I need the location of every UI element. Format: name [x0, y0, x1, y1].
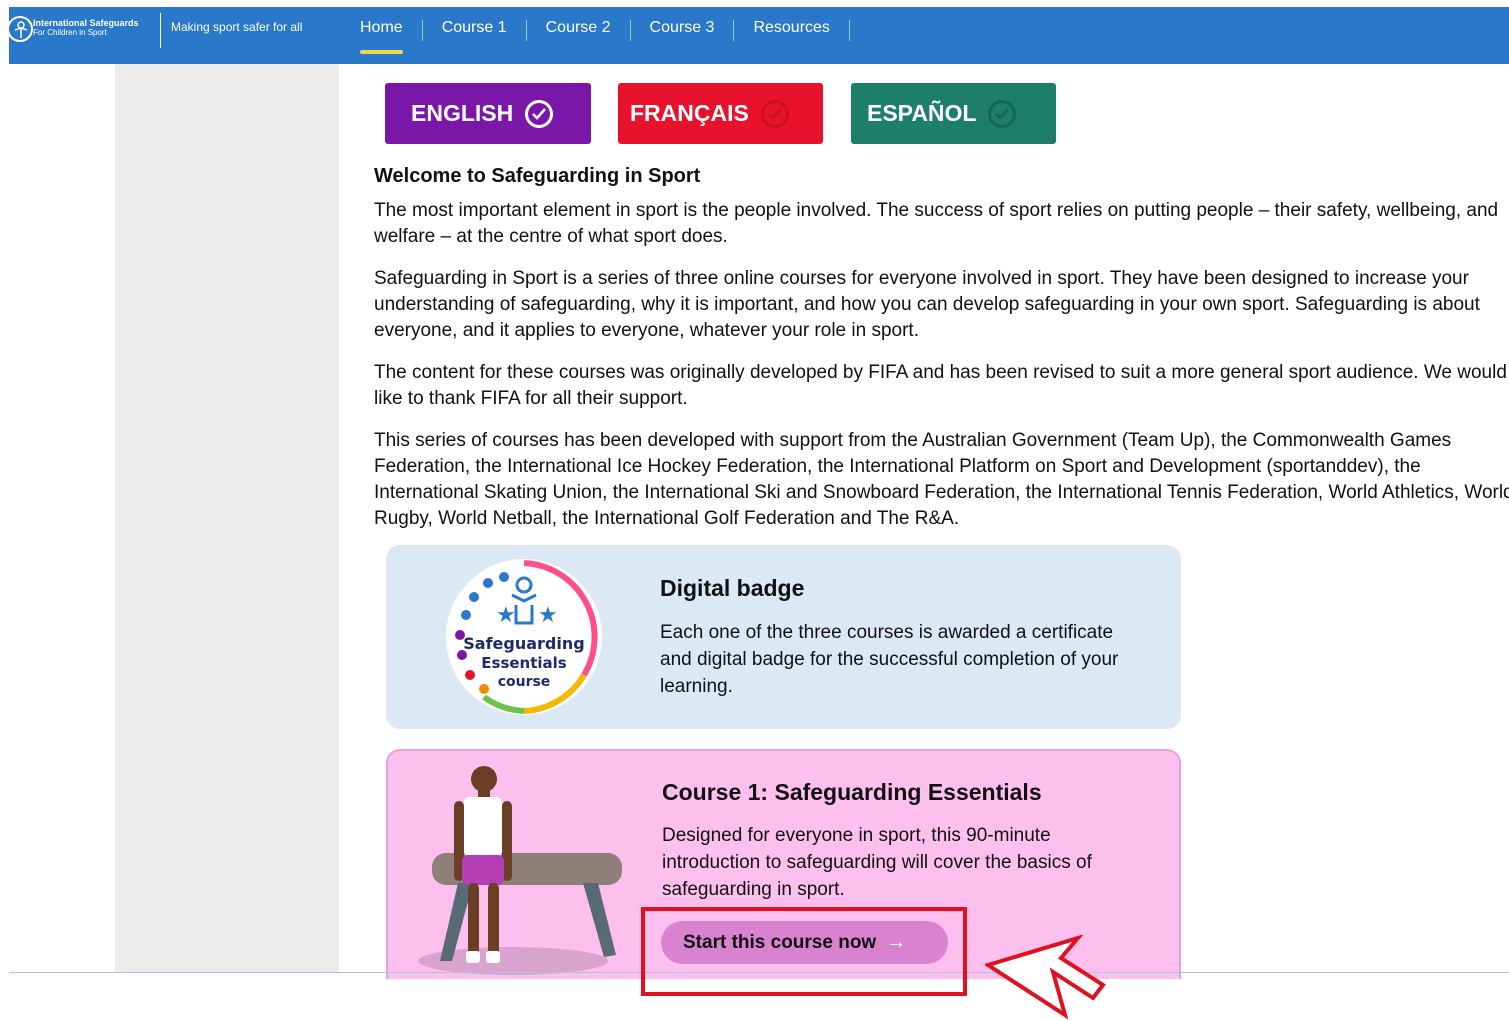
nav-separator — [848, 19, 850, 41]
svg-text:★: ★ — [538, 603, 558, 628]
logo-subtitle: For Children in Sport — [33, 28, 107, 37]
check-circle-icon — [760, 99, 789, 128]
language-french-button[interactable]: FRANÇAIS — [618, 83, 823, 144]
nav-separator — [525, 19, 527, 41]
digital-badge-card: ★ ★ Safeguarding Essentials course Digit… — [386, 545, 1181, 729]
language-label: FRANÇAIS — [630, 100, 749, 126]
language-label: ESPAÑOL — [867, 100, 977, 126]
intro-paragraph: This series of courses has been develope… — [374, 430, 1509, 529]
top-nav-bar: International Safeguards For Children in… — [7, 7, 1509, 64]
logo-icon[interactable] — [7, 16, 33, 42]
intro-content: Welcome to Safeguarding in Sport The mos… — [374, 165, 1509, 548]
check-circle-icon — [525, 99, 554, 128]
safeguarding-badge-image: ★ ★ Safeguarding Essentials course — [446, 559, 602, 715]
svg-text:★: ★ — [496, 603, 516, 628]
nav-separator — [629, 19, 631, 41]
nav-separator — [733, 19, 735, 41]
gymnast-illustration — [418, 766, 622, 975]
language-english-button[interactable]: ENGLISH — [385, 83, 591, 144]
main-nav: Home Course 1 Course 2 Course 3 Resource… — [360, 17, 850, 54]
intro-paragraph: Safeguarding in Sport is a series of thr… — [374, 268, 1480, 341]
cursor-arrow-icon — [985, 935, 1106, 1020]
nav-resources[interactable]: Resources — [743, 17, 839, 43]
header-divider — [160, 13, 161, 48]
badge-card-description: Each one of the three courses is awarded… — [660, 622, 1119, 697]
language-label: ENGLISH — [411, 100, 514, 126]
logo-text[interactable]: International Safeguards For Children in… — [33, 18, 139, 38]
badge-card-title: Digital badge — [660, 575, 805, 601]
highlight-annotation-box — [641, 907, 967, 996]
check-circle-icon — [988, 99, 1017, 128]
intro-paragraph: The content for these courses was origin… — [374, 362, 1507, 409]
badge-text: course — [498, 674, 551, 690]
nav-separator — [421, 19, 423, 41]
intro-paragraph: The most important element in sport is t… — [374, 200, 1499, 247]
nav-course-3[interactable]: Course 3 — [640, 17, 725, 43]
nav-home[interactable]: Home — [360, 17, 413, 54]
logo-title: International Safeguards — [33, 18, 139, 28]
nav-course-2[interactable]: Course 2 — [536, 17, 621, 43]
language-spanish-button[interactable]: ESPAÑOL — [851, 83, 1056, 144]
course-card-title: Course 1: Safeguarding Essentials — [662, 779, 1042, 805]
badge-text: Safeguarding — [463, 634, 584, 653]
badge-text: Essentials — [481, 654, 567, 672]
page-title: Welcome to Safeguarding in Sport — [374, 165, 701, 187]
course-card-description: Designed for everyone in sport, this 90-… — [662, 825, 1092, 900]
tagline: Making sport safer for all — [171, 20, 303, 34]
nav-course-1[interactable]: Course 1 — [432, 17, 517, 43]
left-side-panel — [115, 64, 339, 972]
